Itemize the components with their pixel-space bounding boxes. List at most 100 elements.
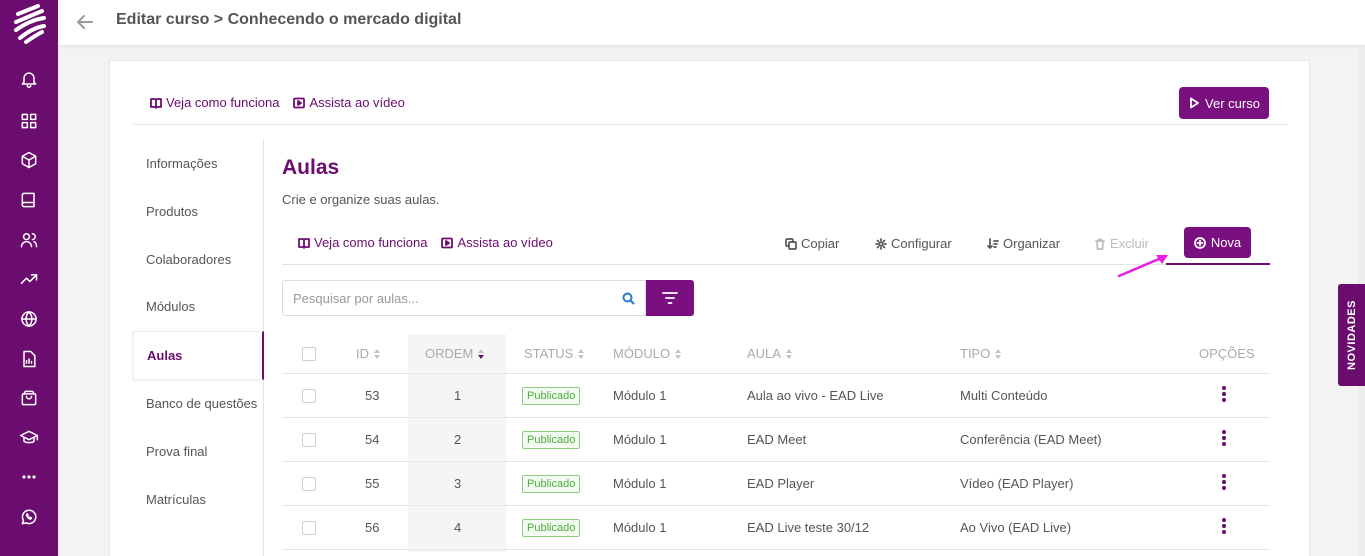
row-checkbox[interactable]	[302, 521, 316, 535]
cell-module: Módulo 1	[613, 388, 667, 403]
column-type[interactable]: TIPO	[960, 346, 1002, 361]
shopping-bag-icon[interactable]	[17, 386, 41, 410]
row-options-icon[interactable]	[1222, 386, 1226, 402]
menu-item-informacoes[interactable]: Informações	[133, 139, 264, 187]
copy-button[interactable]: Copiar	[785, 236, 839, 251]
menu-item-produtos[interactable]: Produtos	[133, 187, 264, 235]
row-options-icon[interactable]	[1222, 430, 1226, 446]
column-lesson[interactable]: AULA	[747, 346, 793, 361]
new-lesson-button[interactable]: Nova	[1184, 227, 1251, 258]
status-badge: Publicado	[522, 519, 581, 537]
delete-button[interactable]: Excluir	[1094, 236, 1149, 251]
video-play-icon	[293, 97, 306, 108]
cell-order: 1	[454, 388, 462, 403]
trending-up-icon[interactable]	[17, 267, 41, 291]
cube-icon[interactable]	[17, 148, 41, 172]
sort-icon	[995, 348, 1002, 359]
app-logo-icon[interactable]	[10, 2, 50, 44]
search-box	[282, 280, 646, 316]
menu-item-modulos[interactable]: Módulos	[133, 282, 264, 330]
sort-icon	[785, 348, 793, 359]
trash-icon	[1095, 238, 1105, 250]
select-all-checkbox[interactable]	[302, 347, 316, 361]
course-section-menu: Informações Produtos Colaboradores Módul…	[133, 139, 264, 556]
globe-icon[interactable]	[17, 307, 41, 331]
how-it-works-label: Veja como funciona	[166, 95, 280, 110]
gear-icon	[875, 237, 887, 250]
grid-icon[interactable]	[17, 109, 41, 133]
sort-order-icon	[987, 237, 999, 249]
filter-button[interactable]	[646, 280, 694, 316]
table-header: ID ORDEM STATUS MÓDULO AULA TIPO OPÇÕES	[282, 334, 1270, 374]
sort-icon	[675, 348, 682, 359]
lessons-watch-video-link[interactable]: Assista ao vídeo	[441, 235, 553, 250]
row-options-icon[interactable]	[1222, 474, 1226, 490]
report-icon[interactable]	[17, 347, 41, 371]
menu-item-banco-de-questoes[interactable]: Banco de questões	[133, 379, 264, 427]
lessons-how-it-works-label: Veja como funciona	[314, 235, 428, 250]
column-module[interactable]: MÓDULO	[613, 346, 682, 361]
filter-icon	[662, 292, 678, 304]
graduation-cap-icon[interactable]	[17, 426, 41, 450]
configure-label: Configurar	[891, 236, 952, 251]
cell-module: Módulo 1	[613, 520, 667, 535]
cell-id: 56	[365, 520, 380, 535]
column-id-label: ID	[356, 346, 369, 361]
table-row[interactable]: 53 1 Publicado Módulo 1 Aula ao vivo - E…	[282, 374, 1270, 418]
copy-label: Copiar	[801, 236, 840, 251]
column-status-label: STATUS	[524, 346, 574, 361]
menu-item-matriculas[interactable]: Matrículas	[133, 475, 264, 523]
row-checkbox[interactable]	[302, 389, 316, 403]
column-order[interactable]: ORDEM	[425, 346, 485, 361]
watch-video-link[interactable]: Assista ao vídeo	[293, 95, 405, 110]
book-icon[interactable]	[17, 188, 41, 212]
search-icon[interactable]	[622, 292, 635, 305]
column-status[interactable]: STATUS	[524, 346, 585, 361]
how-it-works-link[interactable]: Veja como funciona	[150, 95, 279, 110]
configure-button[interactable]: Configurar	[875, 236, 952, 251]
section-subtitle: Crie e organize suas aulas.	[282, 192, 440, 207]
column-order-label: ORDEM	[425, 346, 474, 361]
news-tab[interactable]: NOVIDADES	[1338, 284, 1365, 386]
column-lesson-label: AULA	[747, 346, 781, 361]
organize-button[interactable]: Organizar	[987, 236, 1060, 251]
cell-id: 55	[365, 476, 380, 491]
menu-item-aulas[interactable]: Aulas	[133, 331, 264, 380]
organize-label: Organizar	[1003, 236, 1061, 251]
cell-type: Ao Vivo (EAD Live)	[960, 520, 1072, 535]
arrow-left-icon[interactable]	[74, 11, 96, 33]
column-options: OPÇÕES	[1199, 346, 1255, 361]
open-book-icon	[298, 237, 310, 249]
cell-lesson: EAD Live teste 30/12	[747, 520, 870, 535]
users-icon[interactable]	[17, 228, 41, 252]
status-badge: Publicado	[522, 431, 581, 449]
sort-desc-icon	[478, 348, 485, 359]
table-row[interactable]: 56 4 Publicado Módulo 1 EAD Live teste 3…	[282, 506, 1270, 550]
cell-lesson: EAD Meet	[747, 432, 807, 447]
table-row[interactable]: 55 3 Publicado Módulo 1 EAD Player Vídeo…	[282, 462, 1270, 506]
cell-order: 2	[454, 432, 462, 447]
table-row[interactable]: 54 2 Publicado Módulo 1 EAD Meet Conferê…	[282, 418, 1270, 462]
cell-lesson: Aula ao vivo - EAD Live	[747, 388, 884, 403]
view-course-button[interactable]: Ver curso	[1179, 87, 1269, 119]
help-links: Veja como funciona Assista ao vídeo	[150, 95, 405, 110]
row-checkbox[interactable]	[302, 477, 316, 491]
annotation-arrow-icon	[1117, 254, 1168, 278]
column-options-label: OPÇÕES	[1199, 346, 1255, 361]
plus-circle-icon	[1193, 236, 1206, 249]
menu-item-prova-final[interactable]: Prova final	[133, 427, 264, 475]
row-checkbox[interactable]	[302, 433, 316, 447]
open-book-icon	[150, 97, 162, 109]
lessons-how-it-works-link[interactable]: Veja como funciona	[298, 235, 427, 250]
row-options-icon[interactable]	[1222, 518, 1226, 534]
menu-item-colaboradores[interactable]: Colaboradores	[133, 235, 264, 283]
bell-icon[interactable]	[17, 67, 41, 91]
cell-id: 54	[365, 432, 380, 447]
cell-type: Conferência (EAD Meet)	[960, 432, 1102, 447]
more-horizontal-icon[interactable]	[17, 465, 41, 489]
column-id[interactable]: ID	[356, 346, 381, 361]
whatsapp-icon[interactable]	[17, 505, 41, 529]
cell-order: 4	[454, 520, 462, 535]
search-input[interactable]	[283, 281, 603, 315]
page-title: Editar curso > Conhecendo o mercado digi…	[116, 11, 462, 28]
